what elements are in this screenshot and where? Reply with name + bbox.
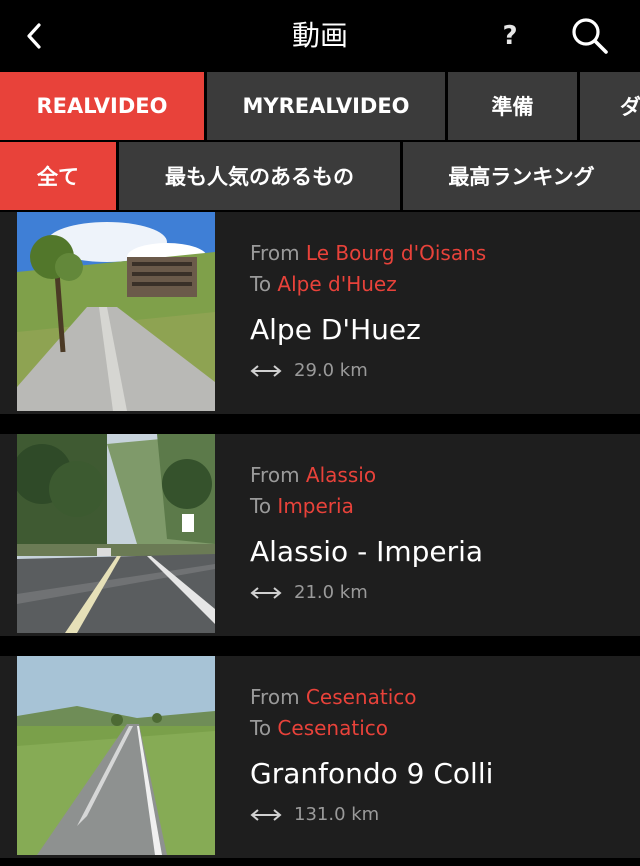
distance-value: 21.0 km — [294, 582, 368, 603]
video-info: From Le Bourg d'Oisans To Alpe d'Huez Al… — [250, 238, 632, 385]
filter-top-ranking[interactable]: 最高ランキング — [403, 142, 640, 210]
distance-row: 29.0 km — [250, 357, 632, 385]
from-line: From Le Bourg d'Oisans — [250, 238, 632, 269]
help-button[interactable]: ? — [494, 16, 526, 56]
category-tabs: REALVIDEO MYREALVIDEO 準備 ダ — [0, 72, 640, 142]
double-arrow-icon — [250, 587, 282, 599]
search-button[interactable] — [568, 14, 612, 58]
video-title: Alassio - Imperia — [250, 535, 484, 568]
video-card[interactable]: From Cesenatico To Cesenatico Granfondo … — [0, 656, 640, 858]
filter-tabs: 全て 最も人気のあるもの 最高ランキング — [0, 142, 640, 212]
video-info: From Cesenatico To Cesenatico Granfondo … — [250, 682, 632, 829]
from-line: From Alassio — [250, 460, 632, 491]
distance-row: 21.0 km — [250, 579, 632, 607]
to-label: To — [250, 494, 272, 518]
video-thumbnail — [17, 434, 215, 633]
to-line: To Imperia — [250, 491, 632, 522]
tab-realvideo[interactable]: REALVIDEO — [0, 72, 204, 140]
distance-value: 29.0 km — [294, 360, 368, 381]
tab-more[interactable]: ダ — [580, 72, 640, 140]
from-location: Le Bourg d'Oisans — [305, 241, 487, 265]
to-label: To — [250, 716, 272, 740]
to-location: Imperia — [277, 494, 354, 518]
double-arrow-icon — [250, 809, 282, 821]
page-title: 動画 — [291, 19, 348, 52]
to-label: To — [250, 272, 272, 296]
from-label: From — [250, 241, 300, 265]
from-label: From — [250, 685, 300, 709]
tab-myrealvideo[interactable]: MYREALVIDEO — [207, 72, 445, 140]
to-line: To Cesenatico — [250, 713, 632, 744]
video-thumbnail — [17, 656, 215, 855]
video-card[interactable]: From Le Bourg d'Oisans To Alpe d'Huez Al… — [0, 212, 640, 414]
video-title: Granfondo 9 Colli — [250, 757, 494, 790]
from-location: Alassio — [305, 463, 377, 487]
filter-most-popular[interactable]: 最も人気のあるもの — [119, 142, 400, 210]
filter-all[interactable]: 全て — [0, 142, 116, 210]
double-arrow-icon — [250, 365, 282, 377]
video-card[interactable]: From Alassio To Imperia Alassio - Imperi… — [0, 434, 640, 636]
tab-prepare[interactable]: 準備 — [448, 72, 577, 140]
video-thumbnail — [17, 212, 215, 411]
top-bar: 動画 ? — [0, 0, 640, 72]
video-title: Alpe D'Huez — [250, 313, 421, 346]
to-line: To Alpe d'Huez — [250, 269, 632, 300]
distance-value: 131.0 km — [294, 804, 380, 825]
from-label: From — [250, 463, 300, 487]
to-location: Alpe d'Huez — [277, 272, 397, 296]
to-location: Cesenatico — [277, 716, 388, 740]
search-icon — [572, 18, 608, 54]
video-info: From Alassio To Imperia Alassio - Imperi… — [250, 460, 632, 607]
from-line: From Cesenatico — [250, 682, 632, 713]
distance-row: 131.0 km — [250, 801, 632, 829]
from-location: Cesenatico — [305, 685, 417, 709]
